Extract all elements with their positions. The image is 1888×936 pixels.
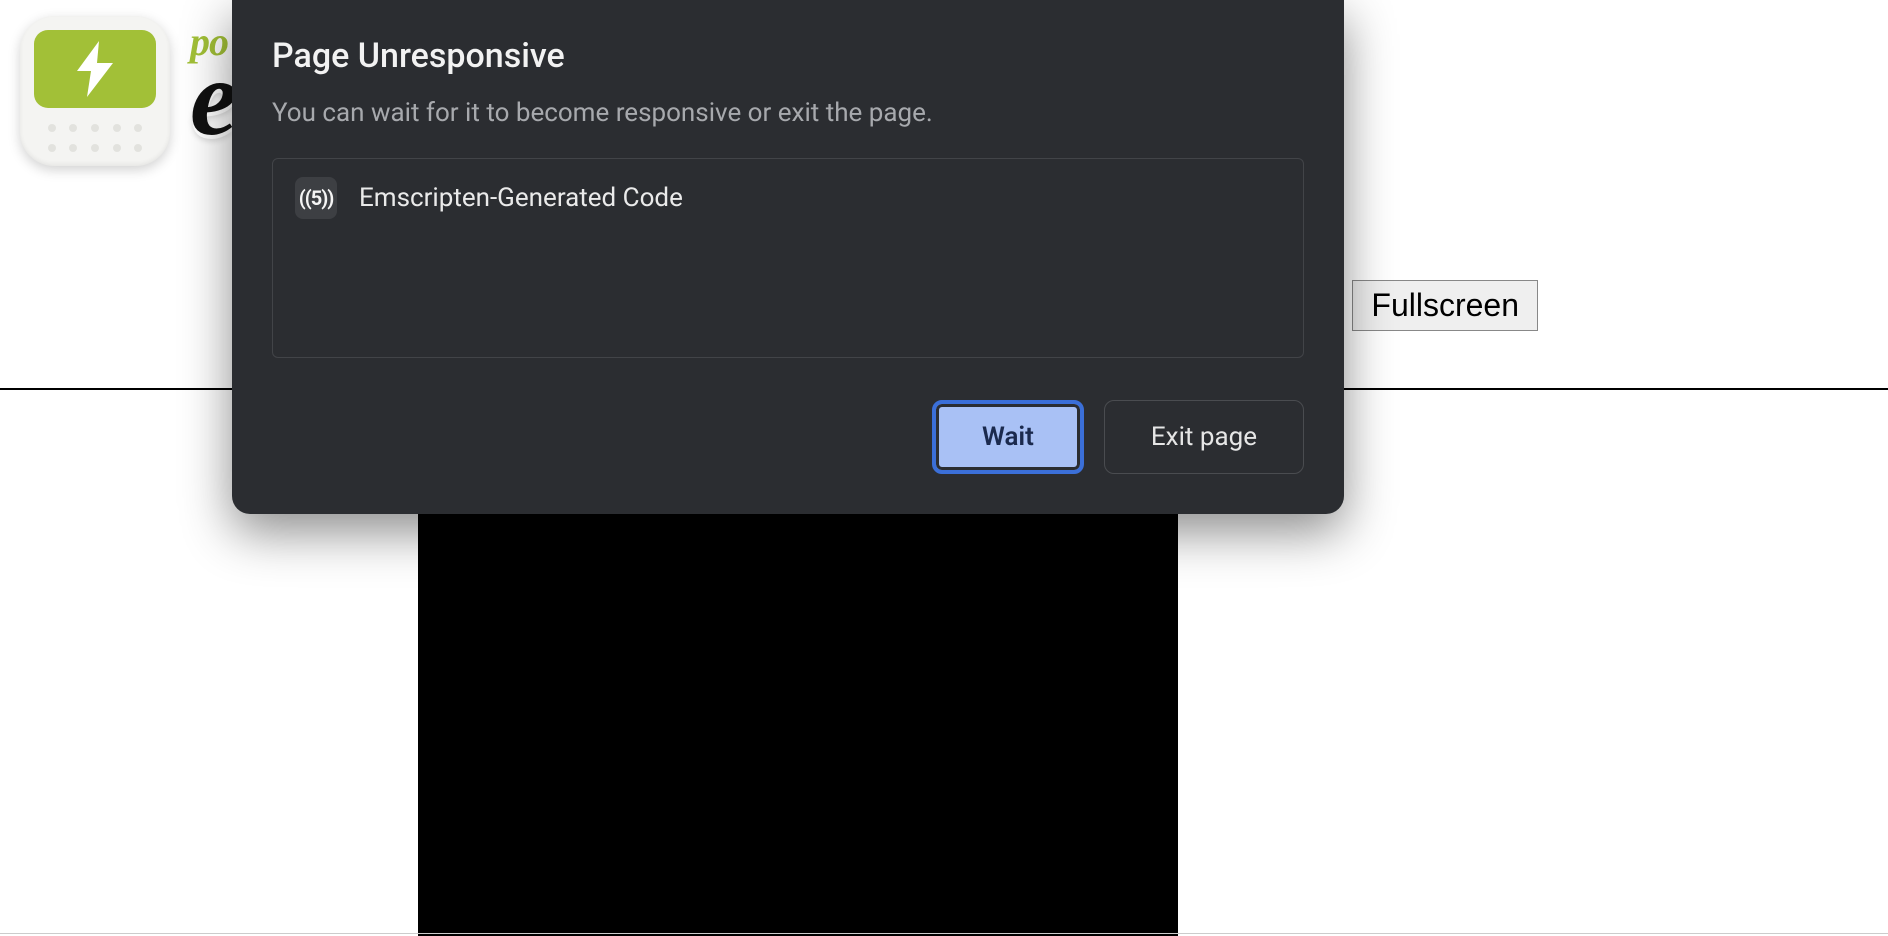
page-unresponsive-dialog: Page Unresponsive You can wait for it to…	[232, 0, 1344, 514]
footer-divider	[0, 933, 1888, 934]
emscripten-app-icon	[20, 16, 170, 166]
lightning-icon	[73, 41, 117, 97]
dialog-subtitle: You can wait for it to become responsive…	[272, 98, 1304, 128]
dialog-title: Page Unresponsive	[272, 36, 1304, 76]
fullscreen-button[interactable]: Fullscreen	[1352, 280, 1538, 331]
page-favicon: ((5))	[295, 177, 337, 219]
list-item: ((5)) Emscripten-Generated Code	[295, 177, 1281, 219]
favicon-glyph: ((5))	[299, 186, 334, 210]
page-title: Emscripten-Generated Code	[359, 183, 683, 213]
dialog-button-row: Wait Exit page	[272, 400, 1304, 474]
unresponsive-pages-list: ((5)) Emscripten-Generated Code	[272, 158, 1304, 358]
exit-page-button[interactable]: Exit page	[1104, 400, 1304, 474]
wait-button[interactable]: Wait	[932, 400, 1084, 474]
